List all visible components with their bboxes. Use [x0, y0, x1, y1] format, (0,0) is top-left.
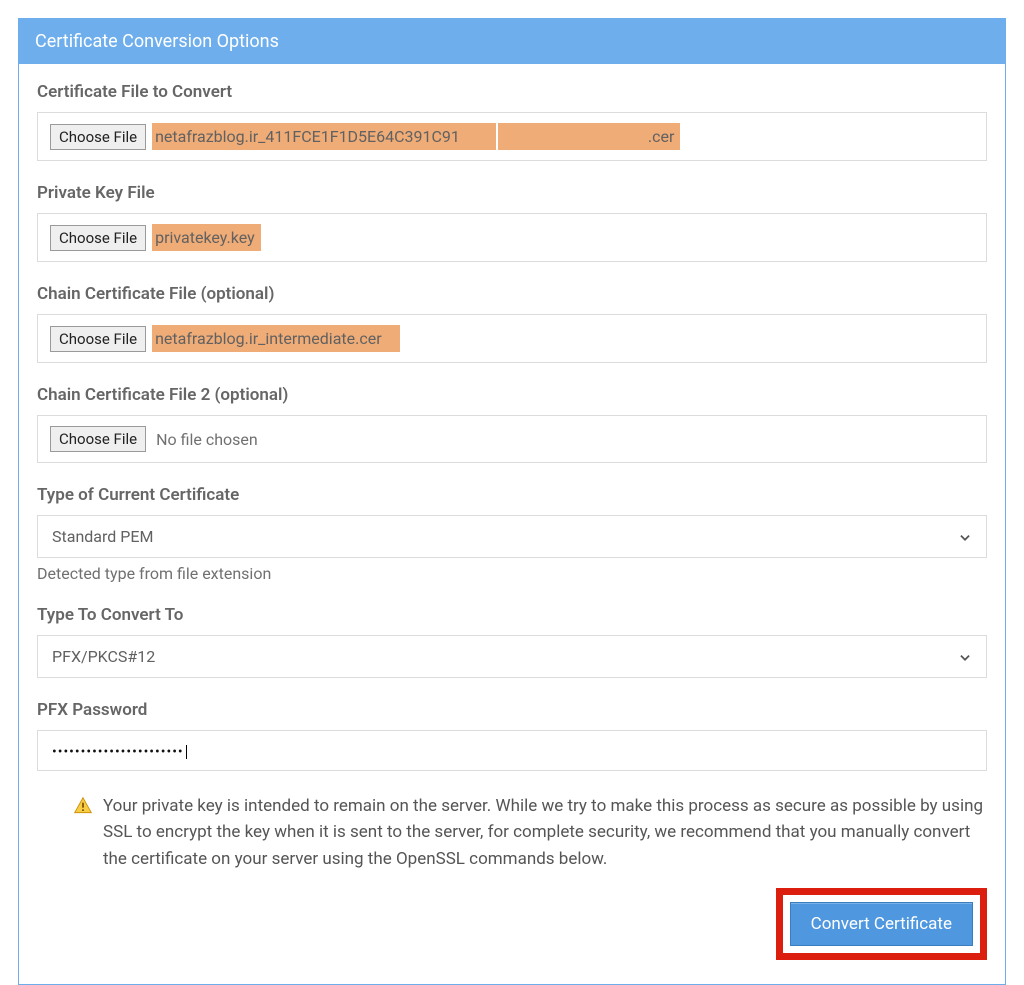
chain1-choose-button[interactable]: Choose File — [50, 326, 146, 352]
current-type-value: Standard PEM — [52, 527, 950, 546]
warning-icon — [73, 796, 93, 824]
text-cursor — [186, 745, 187, 759]
chain2-group: Chain Certificate File 2 (optional) Choo… — [37, 385, 987, 463]
private-key-label: Private Key File — [37, 183, 987, 203]
current-type-select[interactable]: Standard PEM — [37, 515, 987, 558]
private-key-file-name: privatekey.key — [152, 224, 261, 251]
warning-box: Your private key is intended to remain o… — [37, 793, 987, 872]
cert-file-choose-button[interactable]: Choose File — [50, 124, 146, 150]
panel-title: Certificate Conversion Options — [19, 19, 1005, 64]
current-type-helper: Detected type from file extension — [37, 564, 987, 583]
current-type-label: Type of Current Certificate — [37, 485, 987, 505]
cert-file-input-row[interactable]: Choose File netafrazblog.ir_411FCE1F1D5E… — [37, 112, 987, 161]
chain2-label: Chain Certificate File 2 (optional) — [37, 385, 987, 405]
convert-certificate-button[interactable]: Convert Certificate — [790, 902, 973, 946]
chevron-down-icon — [958, 650, 972, 664]
chain1-file-name: netafrazblog.ir_intermediate.cer — [152, 325, 400, 352]
private-key-input-row[interactable]: Choose File privatekey.key — [37, 213, 987, 262]
chain2-no-file-text: No file chosen — [156, 430, 258, 449]
convert-to-value: PFX/PKCS#12 — [52, 647, 950, 666]
pfx-password-label: PFX Password — [37, 700, 987, 720]
button-row: Convert Certificate — [37, 888, 987, 960]
cert-file-group: Certificate File to Convert Choose File … — [37, 82, 987, 161]
chain2-input-row[interactable]: Choose File No file chosen — [37, 415, 987, 463]
pfx-password-input[interactable]: ••••••••••••••••••••••• — [37, 730, 987, 771]
chevron-down-icon — [958, 530, 972, 544]
highlight-frame: Convert Certificate — [776, 888, 987, 960]
private-key-choose-button[interactable]: Choose File — [50, 225, 146, 251]
private-key-group: Private Key File Choose File privatekey.… — [37, 183, 987, 262]
convert-to-select[interactable]: PFX/PKCS#12 — [37, 635, 987, 678]
chain1-input-row[interactable]: Choose File netafrazblog.ir_intermediate… — [37, 314, 987, 363]
cert-conversion-panel: Certificate Conversion Options Certifica… — [18, 18, 1006, 985]
current-type-group: Type of Current Certificate Standard PEM… — [37, 485, 987, 583]
pfx-password-group: PFX Password ••••••••••••••••••••••• — [37, 700, 987, 771]
cert-file-name: netafrazblog.ir_411FCE1F1D5E64C391C91 — [152, 123, 496, 150]
cert-file-label: Certificate File to Convert — [37, 82, 987, 102]
chain1-label: Chain Certificate File (optional) — [37, 284, 987, 304]
chain1-group: Chain Certificate File (optional) Choose… — [37, 284, 987, 363]
convert-to-group: Type To Convert To PFX/PKCS#12 — [37, 605, 987, 678]
cert-file-ext: .cer — [498, 123, 681, 150]
convert-to-label: Type To Convert To — [37, 605, 987, 625]
pfx-password-value: ••••••••••••••••••••••• — [52, 744, 184, 760]
warning-text: Your private key is intended to remain o… — [103, 793, 987, 872]
chain2-choose-button[interactable]: Choose File — [50, 426, 146, 452]
